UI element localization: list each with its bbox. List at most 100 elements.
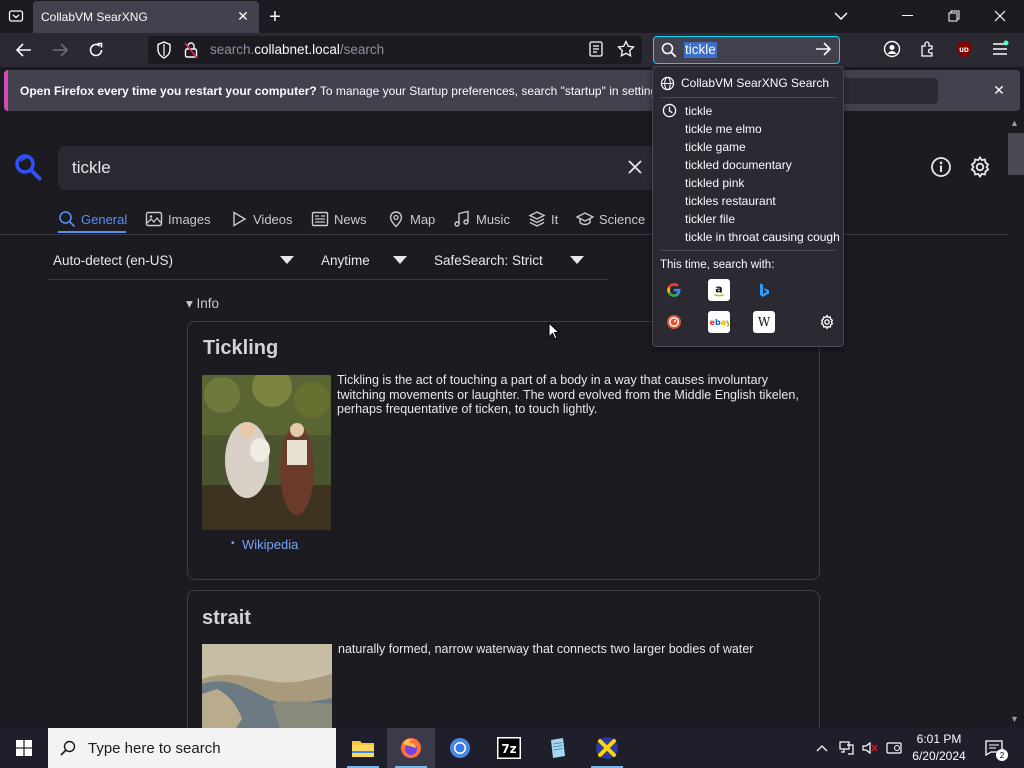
clear-query-icon[interactable]: [625, 157, 645, 177]
chevron-down-icon[interactable]: [393, 256, 407, 264]
volume-muted-icon[interactable]: [862, 740, 878, 756]
url-host: collabnet.local: [254, 42, 340, 57]
notification-action-button[interactable]: [838, 78, 938, 104]
category-label: News: [334, 211, 367, 227]
category-science[interactable]: Science: [576, 209, 645, 229]
category-videos[interactable]: Videos: [230, 209, 293, 229]
windows-start-icon[interactable]: [0, 728, 48, 768]
suggestion-item[interactable]: tickled documentary: [685, 158, 792, 172]
bing-engine-icon[interactable]: [753, 279, 775, 301]
infobox-description: Tickling is the act of touching a part o…: [337, 373, 799, 416]
tab-close-icon[interactable]: ✕: [235, 8, 251, 24]
virtual-keyboard-icon[interactable]: [886, 740, 902, 756]
xvm-app-taskbar-icon[interactable]: [583, 728, 631, 768]
search-settings-gear-icon[interactable]: [816, 311, 838, 333]
search-with-label: This time, search with:: [660, 259, 775, 271]
google-engine-icon[interactable]: [663, 279, 685, 301]
filter-divider: [48, 279, 608, 280]
chevron-down-icon[interactable]: [280, 256, 294, 264]
show-hidden-icons-chevron-icon[interactable]: [814, 740, 830, 756]
7zip-taskbar-icon[interactable]: 7z: [485, 728, 533, 768]
safesearch-filter-select[interactable]: SafeSearch: Strict: [434, 253, 543, 271]
scrollbar-thumb[interactable]: [1008, 133, 1024, 175]
chrome-taskbar-icon[interactable]: [436, 728, 484, 768]
suggestion-item[interactable]: tickle game: [685, 140, 746, 154]
account-icon[interactable]: [883, 40, 903, 60]
list-all-tabs-icon[interactable]: [831, 6, 851, 26]
network-icon[interactable]: [839, 740, 855, 756]
category-music[interactable]: Music: [453, 209, 510, 229]
clock-time: 6:01 PM: [916, 732, 962, 746]
notification-close-icon[interactable]: ✕: [990, 81, 1008, 99]
svg-text:ebay: ebay: [710, 318, 730, 327]
category-label: Images: [168, 211, 211, 227]
category-news[interactable]: News: [311, 209, 367, 229]
restore-icon[interactable]: [931, 0, 977, 32]
popup-divider: [660, 97, 836, 98]
searxng-logo-icon[interactable]: [14, 153, 42, 181]
svg-text:a: a: [715, 283, 722, 296]
scroll-up-arrow-icon[interactable]: ▲: [1010, 118, 1019, 128]
extensions-puzzle-icon[interactable]: [919, 40, 939, 60]
firefox-taskbar-icon[interactable]: [387, 728, 435, 768]
svg-text:W: W: [758, 315, 771, 329]
query-input[interactable]: [58, 146, 662, 190]
reload-icon[interactable]: [83, 38, 109, 62]
time-filter-select[interactable]: Anytime: [321, 253, 370, 271]
reader-view-icon[interactable]: [589, 41, 607, 59]
history-clock-icon: [662, 103, 677, 118]
minimize-icon[interactable]: [885, 0, 931, 32]
category-map[interactable]: Map: [387, 209, 435, 229]
language-filter-select[interactable]: Auto-detect (en-US): [53, 253, 173, 271]
category-general[interactable]: General: [58, 209, 127, 229]
page-scrollbar[interactable]: [1008, 116, 1024, 728]
site-info-lock-icon[interactable]: [184, 41, 202, 59]
current-engine-row[interactable]: CollabVM SearXNG Search: [660, 73, 840, 93]
map-pin-icon: [389, 211, 403, 228]
active-category-underline: [58, 231, 126, 233]
infobox-image: [202, 644, 332, 734]
search-icon: [60, 740, 76, 756]
taskbar-search-box[interactable]: Type here to search: [48, 728, 336, 768]
suggestion-item[interactable]: tickle me elmo: [685, 122, 762, 136]
bookmark-star-icon[interactable]: [617, 39, 637, 60]
ublock-origin-icon[interactable]: UD: [955, 40, 975, 60]
wikipedia-engine-icon[interactable]: W: [753, 311, 775, 333]
preferences-gear-icon[interactable]: [968, 155, 992, 179]
amazon-engine-icon[interactable]: a: [708, 279, 730, 301]
search-bar-input-value[interactable]: tickle: [684, 42, 717, 58]
info-toggle[interactable]: ▾ Info: [186, 296, 219, 312]
back-icon[interactable]: [11, 38, 37, 62]
newspaper-icon: [311, 211, 329, 227]
chevron-down-icon[interactable]: [570, 256, 584, 264]
tracking-protection-shield-icon[interactable]: [156, 41, 174, 59]
suggestion-item[interactable]: tickled pink: [685, 176, 744, 190]
ebay-engine-icon[interactable]: ebay: [708, 311, 730, 333]
app-menu-hamburger-icon[interactable]: [991, 40, 1011, 60]
about-info-icon[interactable]: [930, 156, 952, 178]
suggestion-item[interactable]: tickle in throat causing cough: [685, 230, 840, 244]
search-bar[interactable]: [653, 36, 840, 64]
taskbar-clock[interactable]: 6:01 PM 6/20/2024: [908, 731, 970, 765]
duckduckgo-engine-icon[interactable]: [663, 311, 685, 333]
window-close-icon[interactable]: [977, 0, 1023, 32]
browser-tab[interactable]: CollabVM SearXNG ✕: [33, 1, 259, 33]
suggestion-item[interactable]: tickles restaurant: [685, 194, 776, 208]
new-tab-icon[interactable]: +: [264, 6, 286, 28]
category-label: Map: [410, 211, 436, 227]
suggestion-item[interactable]: tickle: [685, 104, 712, 118]
file-explorer-icon[interactable]: [339, 728, 387, 768]
tab-list-icon[interactable]: [6, 6, 26, 26]
query-input-value[interactable]: tickle: [72, 158, 111, 178]
url-text[interactable]: search.collabnet.local/search: [210, 42, 384, 57]
notepad-taskbar-icon[interactable]: [534, 728, 582, 768]
wikipedia-link[interactable]: Wikipedia: [242, 537, 298, 552]
category-images[interactable]: Images: [145, 209, 211, 229]
category-it[interactable]: It: [528, 209, 558, 229]
forward-icon[interactable]: [47, 38, 73, 62]
infobox-description: naturally formed, narrow waterway that c…: [338, 642, 754, 656]
search-icon: [59, 211, 76, 228]
scroll-down-arrow-icon[interactable]: ▼: [1010, 714, 1019, 724]
suggestion-item[interactable]: tickler file: [685, 212, 735, 226]
go-arrow-icon[interactable]: [815, 42, 833, 58]
